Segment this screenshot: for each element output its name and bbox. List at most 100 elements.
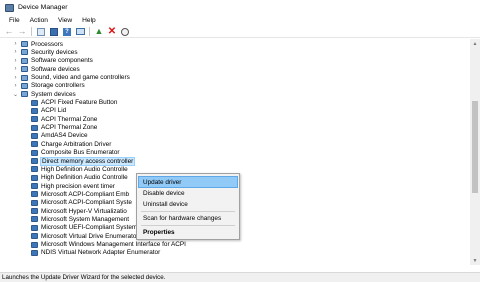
device-icon [31, 158, 38, 165]
device-icon [31, 241, 38, 248]
category-icon [21, 82, 28, 89]
tree-item-label: Microsoft Virtual Drive Enumerator [41, 232, 139, 240]
status-bar: Launches the Update Driver Wizard for th… [0, 272, 480, 282]
device-icon [31, 191, 38, 198]
expand-chevron-icon[interactable]: ⌄ [12, 91, 19, 98]
help-icon[interactable]: ? [62, 27, 72, 37]
tree-device-item[interactable]: ACPI Thermal Zone [22, 115, 97, 123]
device-icon [31, 149, 38, 156]
tree-device-item[interactable]: Microsoft Hyper-V Virtualizatio [22, 207, 127, 215]
tree-category-item[interactable]: › Processors [12, 40, 63, 48]
tree-item-label: Microsoft UEFI-Compliant System [41, 224, 138, 232]
tree-device-item[interactable]: Microsoft ACPI-Compliant Syste [22, 199, 132, 207]
tree-item-label: Microsoft Hyper-V Virtualizatio [41, 207, 127, 215]
vertical-scrollbar[interactable]: ▲ ▼ [470, 39, 480, 265]
tree-device-item[interactable]: Microsoft ACPI-Compliant Emb [22, 190, 129, 198]
tree-device-item[interactable]: High Definition Audio Controlle [22, 165, 128, 173]
tree-device-item[interactable]: AmdAS4 Device [22, 132, 88, 140]
tree-item-label: Processors [31, 40, 63, 48]
toolbar-divider [31, 27, 32, 36]
uninstall-icon[interactable]: ✕ [107, 26, 117, 37]
category-icon [21, 91, 28, 98]
tree-category-item[interactable]: ⌄ System devices [12, 90, 76, 98]
expand-chevron-icon[interactable]: › [12, 49, 19, 55]
category-icon [21, 74, 28, 81]
tree-device-item[interactable]: Direct memory access controller [22, 156, 136, 166]
status-text: Launches the Update Driver Wizard for th… [2, 274, 166, 281]
tree-device-item[interactable]: ACPI Thermal Zone [22, 124, 97, 132]
tree-category-item[interactable]: › Software devices [12, 65, 80, 73]
tree-item-label: Software devices [31, 65, 80, 73]
menu-file[interactable]: File [4, 17, 25, 24]
device-icon [31, 224, 38, 231]
expand-chevron-icon[interactable]: › [12, 41, 19, 47]
tree-device-item[interactable]: ACPI Fixed Feature Button [22, 98, 117, 106]
category-icon [21, 57, 28, 64]
computer-icon[interactable] [75, 27, 85, 37]
uninstall-device-menu-item[interactable]: Uninstall device [139, 199, 237, 209]
tree-device-item[interactable]: Microsoft System Management [22, 215, 129, 223]
tree-item-label: AmdAS4 Device [41, 132, 88, 140]
device-icon [31, 132, 38, 139]
scan-icon[interactable] [120, 27, 130, 37]
device-icon [31, 166, 38, 173]
category-icon [21, 66, 28, 73]
tree-item-label: Storage controllers [31, 82, 85, 90]
menu-divider [141, 225, 235, 226]
expand-chevron-icon[interactable]: › [12, 58, 19, 64]
expand-chevron-icon[interactable]: › [12, 83, 19, 89]
menu-action[interactable]: Action [25, 17, 53, 24]
tree-item-label: ACPI Lid [41, 107, 67, 115]
title-bar: Device Manager [0, 0, 480, 15]
tree-device-item[interactable]: NDIS Virtual Network Adapter Enumerator [22, 249, 160, 257]
tree-item-label: Security devices [31, 48, 78, 56]
disable-device-menu-item[interactable]: Disable device [139, 188, 237, 198]
tree-device-item[interactable]: Microsoft UEFI-Compliant System [22, 224, 137, 232]
category-icon [21, 49, 28, 56]
scrollbar-thumb[interactable] [472, 101, 478, 193]
tree-device-item[interactable]: High Definition Audio Controlle [22, 174, 128, 182]
menu-divider [141, 211, 235, 212]
scan-hardware-menu-item[interactable]: Scan for hardware changes [139, 213, 237, 223]
tree-item-label: Microsoft System Management [41, 215, 130, 223]
update-driver-icon[interactable]: ▲ [94, 27, 104, 37]
tree-item-label: Charge Arbitration Driver [41, 140, 112, 148]
expand-chevron-icon[interactable]: › [12, 75, 19, 81]
scroll-up-icon[interactable]: ▲ [470, 39, 480, 48]
menu-view[interactable]: View [53, 17, 77, 24]
device-icon [31, 208, 38, 215]
properties-icon[interactable] [36, 27, 46, 37]
tree-device-item[interactable]: Charge Arbitration Driver [22, 140, 111, 148]
category-icon [21, 41, 28, 48]
tree-category-item[interactable]: › Sound, video and game controllers [12, 73, 130, 81]
device-manager-icon [5, 3, 14, 12]
expand-chevron-icon[interactable]: › [12, 66, 19, 72]
properties-menu-item[interactable]: Properties [139, 227, 237, 237]
tree-item-label: Microsoft ACPI-Compliant Emb [41, 190, 130, 198]
tree-device-item[interactable]: High precision event timer [22, 182, 115, 190]
tree-item-label: ACPI Thermal Zone [41, 124, 98, 132]
tree-device-item[interactable]: Composite Bus Enumerator [22, 149, 120, 157]
update-driver-menu-item[interactable]: Update driver [138, 176, 238, 188]
device-icon [31, 99, 38, 106]
tree-device-item[interactable]: Microsoft Windows Management Interface f… [22, 240, 186, 248]
context-menu: Update driver Disable device Uninstall d… [136, 173, 240, 240]
tree-device-item[interactable]: Microsoft Virtual Drive Enumerator [22, 232, 139, 240]
device-list-icon[interactable] [49, 27, 59, 37]
menu-help[interactable]: Help [77, 17, 101, 24]
device-icon [31, 124, 38, 131]
tree-category-item[interactable]: › Storage controllers [12, 82, 85, 90]
tree-item-label: ACPI Fixed Feature Button [41, 99, 118, 107]
tree-item-label: High Definition Audio Controlle [41, 165, 128, 173]
tree-item-label: Microsoft ACPI-Compliant Syste [41, 199, 132, 207]
back-arrow-icon[interactable]: ← [4, 27, 14, 37]
forward-arrow-icon[interactable]: → [17, 27, 27, 37]
tree-item-label: Direct memory access controller [39, 156, 136, 166]
toolbar: ← → ? ▲ ✕ [0, 26, 480, 38]
device-icon [31, 116, 38, 123]
scroll-down-icon[interactable]: ▼ [470, 256, 480, 265]
tree-device-item[interactable]: ACPI Lid [22, 107, 66, 115]
tree-category-item[interactable]: › Software components [12, 57, 93, 65]
tree-category-item[interactable]: › Security devices [12, 48, 78, 56]
tree-item-label: High precision event timer [41, 182, 115, 190]
